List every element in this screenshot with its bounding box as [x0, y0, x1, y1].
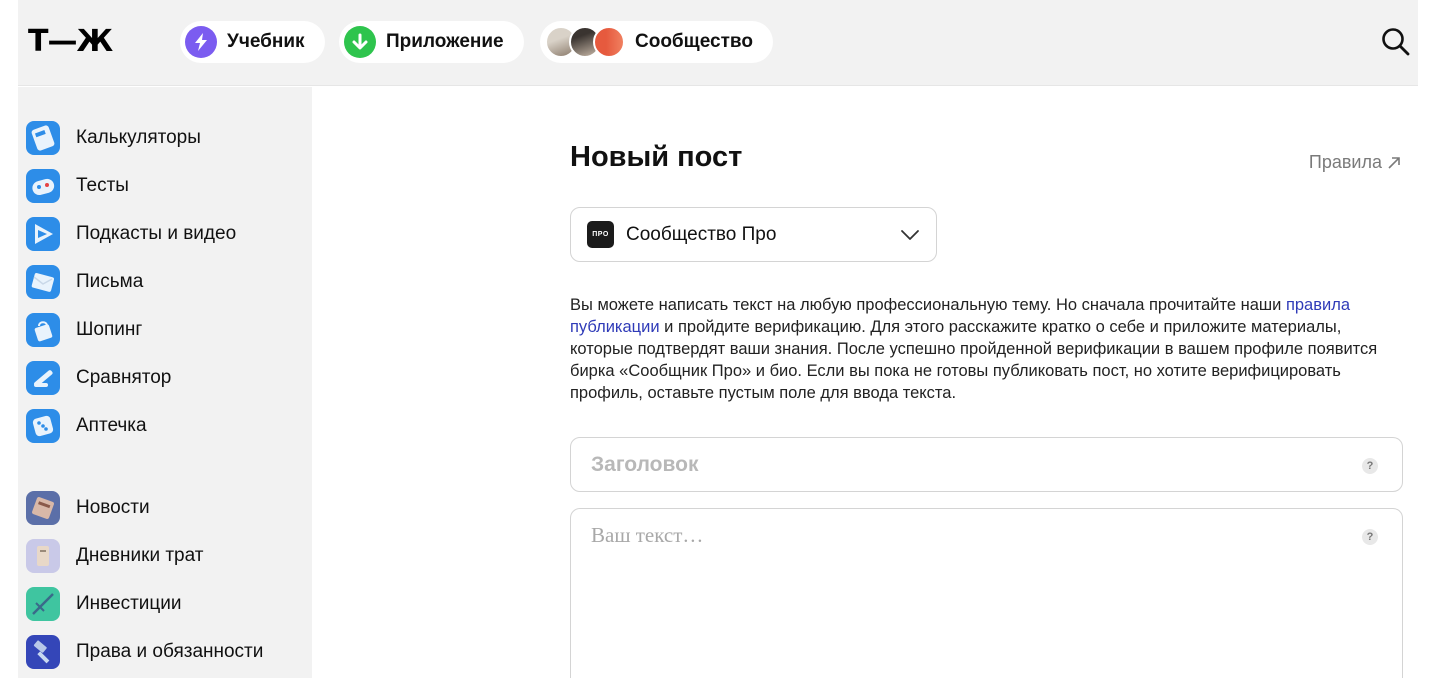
sidebar-item-shopping[interactable]: Шопинг	[26, 312, 142, 348]
envelope-icon	[26, 265, 60, 299]
community-select[interactable]: ПРО Сообщество Про	[570, 207, 937, 262]
avatars-icon	[545, 26, 625, 58]
body-textarea[interactable]	[591, 523, 1351, 673]
title-input[interactable]	[591, 450, 1371, 480]
search-icon[interactable]	[1380, 26, 1412, 58]
description-text: Вы можете написать текст на любую профес…	[570, 296, 1378, 402]
sidebar-item-podcasts[interactable]: Подкасты и видео	[26, 216, 236, 252]
sidebar-item-diaries[interactable]: Дневники трат	[26, 538, 203, 574]
title-field-container: ?	[570, 437, 1403, 492]
sidebar-item-rights[interactable]: Права и обязанности	[26, 634, 263, 670]
sidebar-item-pharmacy[interactable]: Аптечка	[26, 408, 147, 444]
sidebar-item-news[interactable]: Новости	[26, 490, 150, 526]
textbook-label: Учебник	[227, 31, 305, 52]
app-button[interactable]: Приложение	[339, 21, 524, 63]
sidebar-item-compare[interactable]: Сравнятор	[26, 360, 171, 396]
calculator-icon	[26, 121, 60, 155]
compare-icon	[26, 361, 60, 395]
help-icon[interactable]: ?	[1362, 458, 1378, 474]
sidebar-item-letters[interactable]: Письма	[26, 264, 143, 300]
download-arrow-icon	[344, 26, 376, 58]
play-icon	[26, 217, 60, 251]
textbook-button[interactable]: Учебник	[180, 21, 325, 63]
body-field-container: ?	[570, 508, 1403, 678]
news-icon	[26, 491, 60, 525]
community-label: Сообщество	[635, 31, 753, 52]
shopping-icon	[26, 313, 60, 347]
help-icon[interactable]: ?	[1362, 529, 1378, 545]
site-logo[interactable]: Т—Ж	[28, 27, 113, 57]
sidebar-item-tests[interactable]: Тесты	[26, 168, 129, 204]
community-select-value: Сообщество Про	[626, 223, 777, 245]
sidebar: Калькуляторы Тесты Подкасты и видео Пись…	[18, 87, 312, 678]
gamepad-icon	[26, 169, 60, 203]
top-header: Т—Ж Учебник Приложение Сообщество	[18, 0, 1418, 86]
diary-icon	[26, 539, 60, 573]
investments-icon	[26, 587, 60, 621]
rules-link[interactable]: Правила	[1309, 152, 1401, 173]
avatar	[593, 26, 625, 58]
community-button[interactable]: Сообщество	[540, 21, 773, 63]
pro-logo-icon: ПРО	[587, 221, 614, 248]
dice-icon	[26, 409, 60, 443]
chevron-down-icon	[901, 229, 919, 240]
sidebar-item-investments[interactable]: Инвестиции	[26, 586, 182, 622]
app-label: Приложение	[386, 31, 504, 52]
page-title: Новый пост	[570, 141, 743, 173]
lightning-icon	[185, 26, 217, 58]
hammer-icon	[26, 635, 60, 669]
sidebar-item-calculators[interactable]: Калькуляторы	[26, 120, 201, 156]
external-arrow-icon	[1388, 156, 1400, 169]
